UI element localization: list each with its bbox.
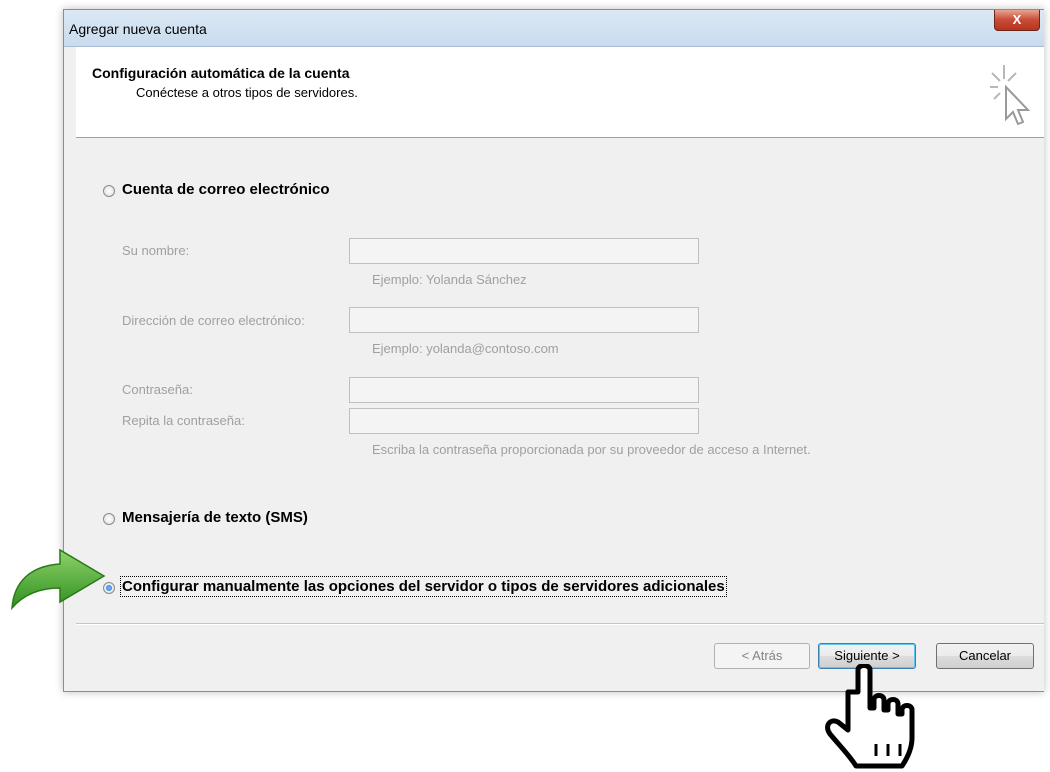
password-repeat-label: Repita la contraseña: — [122, 413, 245, 428]
name-input[interactable] — [349, 238, 699, 264]
password-repeat-input[interactable] — [349, 408, 699, 434]
email-account-label[interactable]: Cuenta de correo electrónico — [122, 181, 330, 198]
email-input[interactable] — [349, 307, 699, 333]
footer-divider — [76, 623, 1044, 625]
green-curved-arrow-icon — [11, 548, 106, 610]
sms-label[interactable]: Mensajería de texto (SMS) — [122, 509, 308, 526]
password-hint: Escriba la contraseña proporcionada por … — [372, 442, 811, 457]
email-hint: Ejemplo: yolanda@contoso.com — [372, 341, 559, 356]
name-hint: Ejemplo: Yolanda Sánchez — [372, 272, 527, 287]
manual-config-label[interactable]: Configurar manualmente las opciones del … — [120, 576, 727, 597]
password-input[interactable] — [349, 377, 699, 403]
window-title: Agregar nueva cuenta — [69, 21, 207, 37]
email-label: Dirección de correo electrónico: — [122, 313, 305, 328]
header-subtitle: Conéctese a otros tipos de servidores. — [136, 85, 358, 100]
dialog-header: Configuración automática de la cuenta Co… — [76, 47, 1044, 138]
add-account-window: Agregar nueva cuenta X Configuración aut… — [63, 9, 1044, 692]
back-button[interactable]: < Atrás — [714, 643, 810, 669]
cancel-button[interactable]: Cancelar — [936, 643, 1034, 669]
close-button[interactable]: X — [994, 10, 1040, 31]
radio-sms[interactable] — [103, 513, 115, 525]
dialog-content: Configuración automática de la cuenta Co… — [76, 47, 1044, 687]
title-bar[interactable]: Agregar nueva cuenta X — [64, 10, 1044, 47]
header-title: Configuración automática de la cuenta — [92, 65, 350, 81]
password-label: Contraseña: — [122, 382, 193, 397]
hand-pointer-icon — [825, 664, 915, 769]
name-label: Su nombre: — [122, 243, 190, 258]
radio-email-account[interactable] — [103, 185, 115, 197]
cursor-sparkle-icon — [990, 65, 1031, 126]
